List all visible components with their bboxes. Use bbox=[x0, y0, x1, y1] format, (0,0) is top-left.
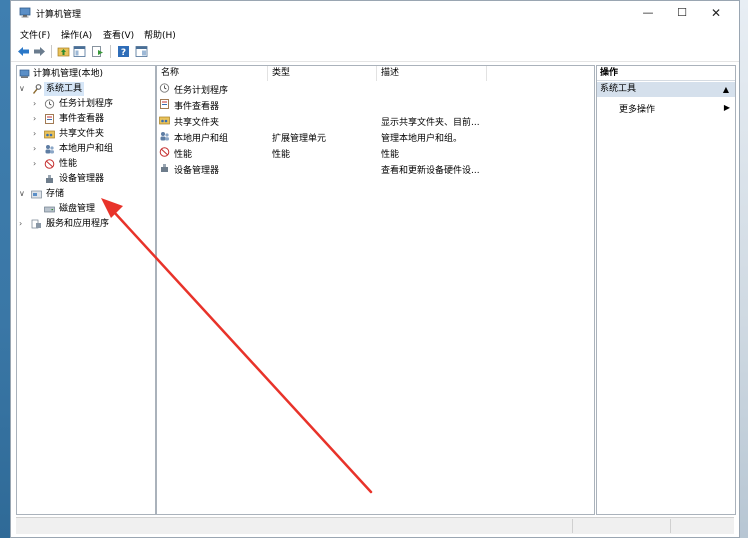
computer-management-icon bbox=[19, 69, 30, 78]
window-title: 计算机管理 bbox=[36, 10, 82, 20]
tree-label: 服务和应用程序 bbox=[46, 219, 110, 229]
item-name: 任务计划程序 bbox=[174, 86, 229, 96]
submenu-arrow-icon: ▶ bbox=[723, 103, 730, 112]
toolbar-separator bbox=[110, 45, 111, 58]
item-type: 性能 bbox=[272, 150, 291, 160]
status-divider bbox=[670, 519, 672, 533]
details-list-pane: 名称 类型 描述 任务计划程序 事件查看器 共享文件夹 显示共享文件夹、目前..… bbox=[156, 65, 595, 515]
close-button[interactable]: ✕ bbox=[701, 5, 731, 21]
menu-action[interactable]: 操作(A) bbox=[61, 28, 92, 41]
disk-icon bbox=[44, 206, 55, 213]
help-icon[interactable]: ? bbox=[117, 45, 130, 58]
item-name: 设备管理器 bbox=[174, 166, 220, 176]
tree-label: 磁盘管理 bbox=[59, 204, 96, 214]
export-list-icon[interactable] bbox=[91, 45, 104, 58]
actions-pane: 操作 系统工具 ▲ 更多操作 ▶ bbox=[596, 65, 736, 515]
item-type: 扩展管理单元 bbox=[272, 134, 327, 144]
tree-label: 性能 bbox=[59, 159, 78, 169]
status-divider bbox=[572, 519, 574, 533]
chevron-right-icon[interactable]: › bbox=[33, 112, 41, 126]
services-icon bbox=[31, 219, 41, 229]
tree-label: 计算机管理(本地) bbox=[33, 69, 104, 79]
chevron-right-icon[interactable]: › bbox=[33, 142, 41, 156]
console-tree-pane: 计算机管理(本地) ∨ 系统工具 › 任务计划程序 › 事件查看器 › 共享文件… bbox=[16, 65, 156, 515]
toolbar: ? bbox=[11, 42, 739, 62]
console-tree-icon[interactable] bbox=[73, 45, 86, 58]
minimize-button[interactable]: — bbox=[633, 5, 663, 21]
event-viewer-icon bbox=[45, 114, 54, 124]
actions-section-label: 系统工具 bbox=[600, 84, 637, 94]
users-icon bbox=[45, 145, 54, 154]
menu-help[interactable]: 帮助(H) bbox=[144, 28, 176, 41]
list-item[interactable]: 设备管理器 查看和更新设备硬件设... bbox=[159, 163, 589, 179]
tree-label: 共享文件夹 bbox=[59, 129, 105, 139]
storage-icon bbox=[31, 190, 42, 199]
system-tools-icon bbox=[33, 84, 42, 94]
shared-folder-icon bbox=[159, 116, 170, 125]
list-item[interactable]: 共享文件夹 显示共享文件夹、目前... bbox=[159, 115, 589, 131]
column-header-name[interactable]: 名称 bbox=[157, 66, 268, 81]
chevron-right-icon[interactable]: › bbox=[19, 217, 27, 231]
title-bar: 计算机管理 — ☐ ✕ bbox=[11, 1, 739, 25]
tree-label: 任务计划程序 bbox=[59, 99, 114, 109]
performance-icon bbox=[44, 159, 55, 169]
computer-management-window: 计算机管理 — ☐ ✕ 文件(F) 操作(A) 查看(V) 帮助(H) ? 计算… bbox=[10, 0, 740, 538]
item-description: 管理本地用户和组。 bbox=[381, 134, 463, 144]
tree-label: 本地用户和组 bbox=[59, 144, 114, 154]
chevron-right-icon[interactable]: › bbox=[33, 127, 41, 141]
clock-icon bbox=[44, 99, 55, 109]
performance-icon bbox=[159, 147, 170, 157]
chevron-right-icon[interactable]: › bbox=[33, 157, 41, 171]
users-icon bbox=[160, 132, 169, 141]
actions-header: 操作 bbox=[597, 66, 735, 81]
list-item[interactable]: 任务计划程序 bbox=[159, 83, 589, 99]
forward-arrow-icon[interactable] bbox=[33, 45, 46, 58]
menu-view[interactable]: 查看(V) bbox=[103, 28, 134, 41]
device-manager-icon bbox=[161, 164, 168, 172]
item-name: 性能 bbox=[174, 150, 193, 160]
clock-icon bbox=[159, 83, 170, 93]
event-viewer-icon bbox=[160, 99, 169, 109]
tree-label: 设备管理器 bbox=[59, 174, 105, 184]
chevron-right-icon[interactable]: › bbox=[33, 97, 41, 111]
menu-bar: 文件(F) 操作(A) 查看(V) 帮助(H) bbox=[11, 26, 739, 41]
back-arrow-icon[interactable] bbox=[17, 45, 30, 58]
toolbar-separator bbox=[51, 45, 52, 58]
chevron-down-icon[interactable]: ∨ bbox=[19, 82, 27, 96]
properties-window-icon[interactable] bbox=[135, 45, 148, 58]
list-item[interactable]: 事件查看器 bbox=[159, 99, 589, 115]
collapse-up-icon[interactable]: ▲ bbox=[723, 82, 729, 97]
item-name: 本地用户和组 bbox=[174, 134, 229, 144]
maximize-button[interactable]: ☐ bbox=[667, 5, 697, 21]
list-item[interactable]: 性能 性能 性能 bbox=[159, 147, 589, 163]
item-description: 性能 bbox=[381, 150, 400, 160]
item-name: 共享文件夹 bbox=[174, 118, 220, 128]
item-description: 查看和更新设备硬件设... bbox=[381, 166, 480, 176]
actions-section-system-tools[interactable]: 系统工具 ▲ bbox=[597, 82, 735, 97]
item-description: 显示共享文件夹、目前... bbox=[381, 118, 480, 128]
item-name: 事件查看器 bbox=[174, 102, 220, 112]
status-bar bbox=[16, 517, 734, 534]
tree-label: 系统工具 bbox=[44, 82, 85, 96]
column-header-type[interactable]: 类型 bbox=[268, 66, 377, 81]
chevron-down-icon[interactable]: ∨ bbox=[19, 187, 27, 201]
tree-label: 事件查看器 bbox=[59, 114, 105, 124]
computer-management-icon bbox=[19, 7, 31, 18]
up-folder-icon[interactable] bbox=[57, 45, 70, 58]
more-actions-item[interactable]: 更多操作 bbox=[619, 103, 655, 117]
column-header-description[interactable]: 描述 bbox=[377, 66, 487, 81]
shared-folder-icon bbox=[44, 130, 55, 139]
svg-text:?: ? bbox=[121, 48, 126, 58]
tree-label: 存储 bbox=[46, 189, 65, 199]
desktop-background-right bbox=[740, 0, 748, 538]
menu-file[interactable]: 文件(F) bbox=[20, 28, 50, 41]
list-item[interactable]: 本地用户和组 扩展管理单元 管理本地用户和组。 bbox=[159, 131, 589, 147]
device-manager-icon bbox=[46, 175, 53, 183]
